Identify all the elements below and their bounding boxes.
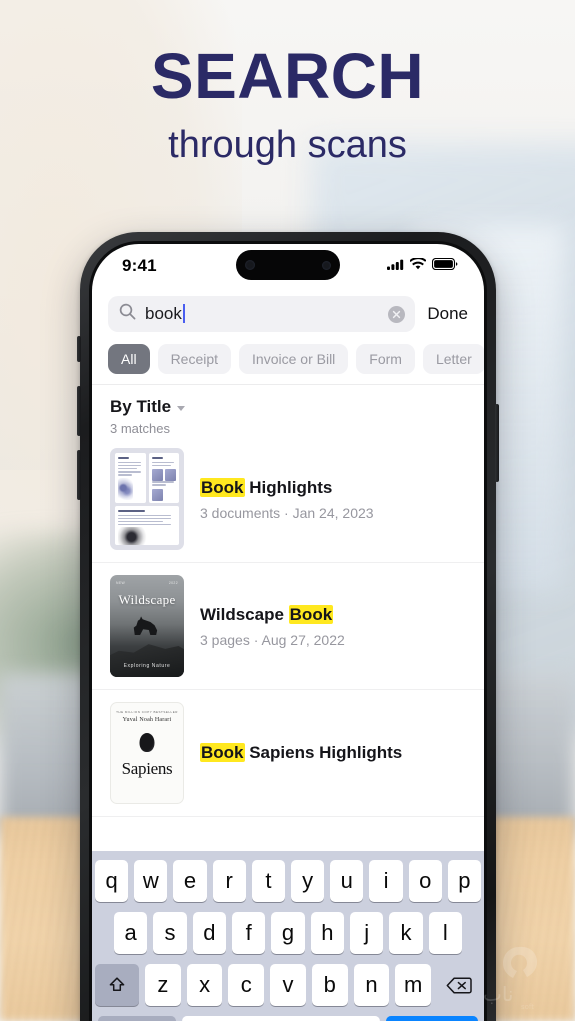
key-w[interactable]: w [134, 860, 168, 902]
volume-down-button[interactable] [77, 450, 81, 500]
text-cursor [182, 304, 185, 323]
key-h[interactable]: h [310, 912, 344, 954]
result-title: Book Sapiens Highlights [200, 742, 468, 763]
key-u[interactable]: u [330, 860, 364, 902]
volume-up-button[interactable] [77, 386, 81, 436]
done-button[interactable]: Done [427, 304, 470, 324]
key-a[interactable]: a [114, 912, 148, 954]
result-subtitle: 3 pages · Aug 27, 2022 [200, 631, 345, 648]
face-id-sensor-icon [245, 260, 255, 270]
magnifier-icon [119, 303, 136, 325]
page-subtitle: through scans [168, 124, 407, 166]
key-z[interactable]: z [144, 964, 181, 1006]
document-stack-thumbnail [110, 448, 184, 550]
cover-badge-left: NEW [116, 581, 126, 585]
shift-arrow-icon[interactable] [94, 964, 139, 1006]
key-v[interactable]: v [270, 964, 306, 1006]
key-j[interactable]: j [349, 912, 384, 954]
search-key[interactable]: search [386, 1016, 478, 1021]
status-bar: 9:41 [92, 244, 484, 288]
result-title-rest: Highlights [244, 478, 333, 498]
front-camera-icon [322, 260, 331, 270]
search-match-highlight: Book [288, 605, 334, 625]
sort-selector[interactable]: By Title [110, 397, 484, 417]
search-input[interactable]: book [108, 296, 416, 332]
table-row[interactable]: THE MILLION COPY BESTSELLER Yuval Noah H… [92, 690, 484, 817]
space-key[interactable]: space [182, 1016, 380, 1021]
filter-chip-list: All Receipt Invoice or Bill Form Letter [92, 342, 484, 385]
power-button[interactable] [495, 404, 499, 482]
status-time: 9:41 [122, 256, 157, 275]
search-value: book [145, 304, 182, 323]
thumbprint-icon [139, 733, 155, 752]
cover-badge-right: 2022 [168, 581, 178, 585]
filter-chip-all[interactable]: All [108, 344, 150, 374]
wifi-icon [409, 257, 427, 275]
table-row[interactable]: Book Highlights 3 documents · Jan 24, 20… [92, 436, 484, 563]
result-title: Book Highlights [200, 477, 468, 498]
search-bar-row: book Done [92, 288, 484, 342]
key-b[interactable]: b [311, 964, 348, 1006]
match-count: 3 matches [110, 421, 170, 436]
filter-chip-letter[interactable]: Letter [422, 344, 484, 374]
cellular-signal-icon [387, 257, 404, 275]
key-f[interactable]: f [232, 912, 266, 954]
key-l[interactable]: l [428, 912, 462, 954]
on-screen-keyboard: q w e r t y u i o p a s d f g h j k l z … [92, 851, 484, 1021]
filter-chip-invoice-or-bill[interactable]: Invoice or Bill [239, 344, 349, 374]
dynamic-island [236, 250, 340, 280]
leopard-silhouette-icon [133, 616, 158, 636]
sapiens-cover-thumbnail: THE MILLION COPY BESTSELLER Yuval Noah H… [110, 702, 184, 804]
key-e[interactable]: e [173, 860, 207, 902]
filter-chip-receipt[interactable]: Receipt [157, 344, 232, 374]
key-s[interactable]: s [153, 912, 187, 954]
clear-search-button[interactable] [388, 305, 406, 323]
key-n[interactable]: n [353, 964, 390, 1006]
key-p[interactable]: p [447, 860, 482, 902]
chevron-down-icon [177, 405, 186, 411]
key-t[interactable]: t [251, 860, 285, 902]
key-k[interactable]: k [389, 912, 423, 954]
key-o[interactable]: o [408, 860, 442, 902]
sort-label: By Title [110, 397, 172, 416]
key-q[interactable]: q [94, 860, 129, 902]
result-title-prefix: Wildscape [200, 605, 289, 625]
page-title: SEARCH [150, 40, 425, 112]
promo-screenshot: SEARCH through scans 9:41 book Done All … [0, 0, 575, 1021]
key-x[interactable]: x [186, 964, 223, 1006]
table-row[interactable]: NEW 2022 Wildscape Exploring Nature Wild… [92, 563, 484, 690]
filter-chip-form[interactable]: Form [356, 344, 415, 374]
rock-silhouette-icon [110, 644, 184, 677]
cover-caption: Exploring Nature [123, 663, 171, 669]
key-i[interactable]: i [369, 860, 403, 902]
search-results-list: Book Highlights 3 documents · Jan 24, 20… [92, 436, 484, 817]
key-r[interactable]: r [212, 860, 246, 902]
search-match-highlight: Book [200, 478, 245, 498]
promo-text-block: SEARCH through scans [0, 44, 575, 164]
backspace-icon[interactable] [437, 964, 482, 1006]
battery-icon [431, 257, 458, 275]
key-d[interactable]: d [192, 912, 226, 954]
numbers-key[interactable]: 123 [98, 1016, 176, 1021]
phone-mockup: 9:41 book Done All Receipt Invoice or Bi… [80, 232, 496, 1021]
cover-title: Wildscape [118, 592, 176, 607]
wildscape-cover-thumbnail: NEW 2022 Wildscape Exploring Nature [110, 575, 184, 677]
phone-screen: 9:41 book Done All Receipt Invoice or Bi… [92, 244, 484, 1021]
sort-header: By Title 3 matches [92, 385, 484, 436]
result-title-rest: Sapiens Highlights [244, 743, 403, 763]
cover-kicker: THE MILLION COPY BESTSELLER [116, 710, 178, 714]
result-subtitle: 3 documents · Jan 24, 2023 [200, 504, 374, 521]
key-m[interactable]: m [395, 964, 432, 1006]
silence-switch[interactable] [77, 336, 81, 362]
cover-title: Sapiens [121, 759, 173, 778]
result-title: Wildscape Book [200, 604, 468, 625]
cover-author: Yuval Noah Harari [122, 717, 172, 723]
key-c[interactable]: c [228, 964, 265, 1006]
key-g[interactable]: g [271, 912, 305, 954]
key-y[interactable]: y [291, 860, 325, 902]
search-match-highlight: Book [200, 743, 245, 763]
